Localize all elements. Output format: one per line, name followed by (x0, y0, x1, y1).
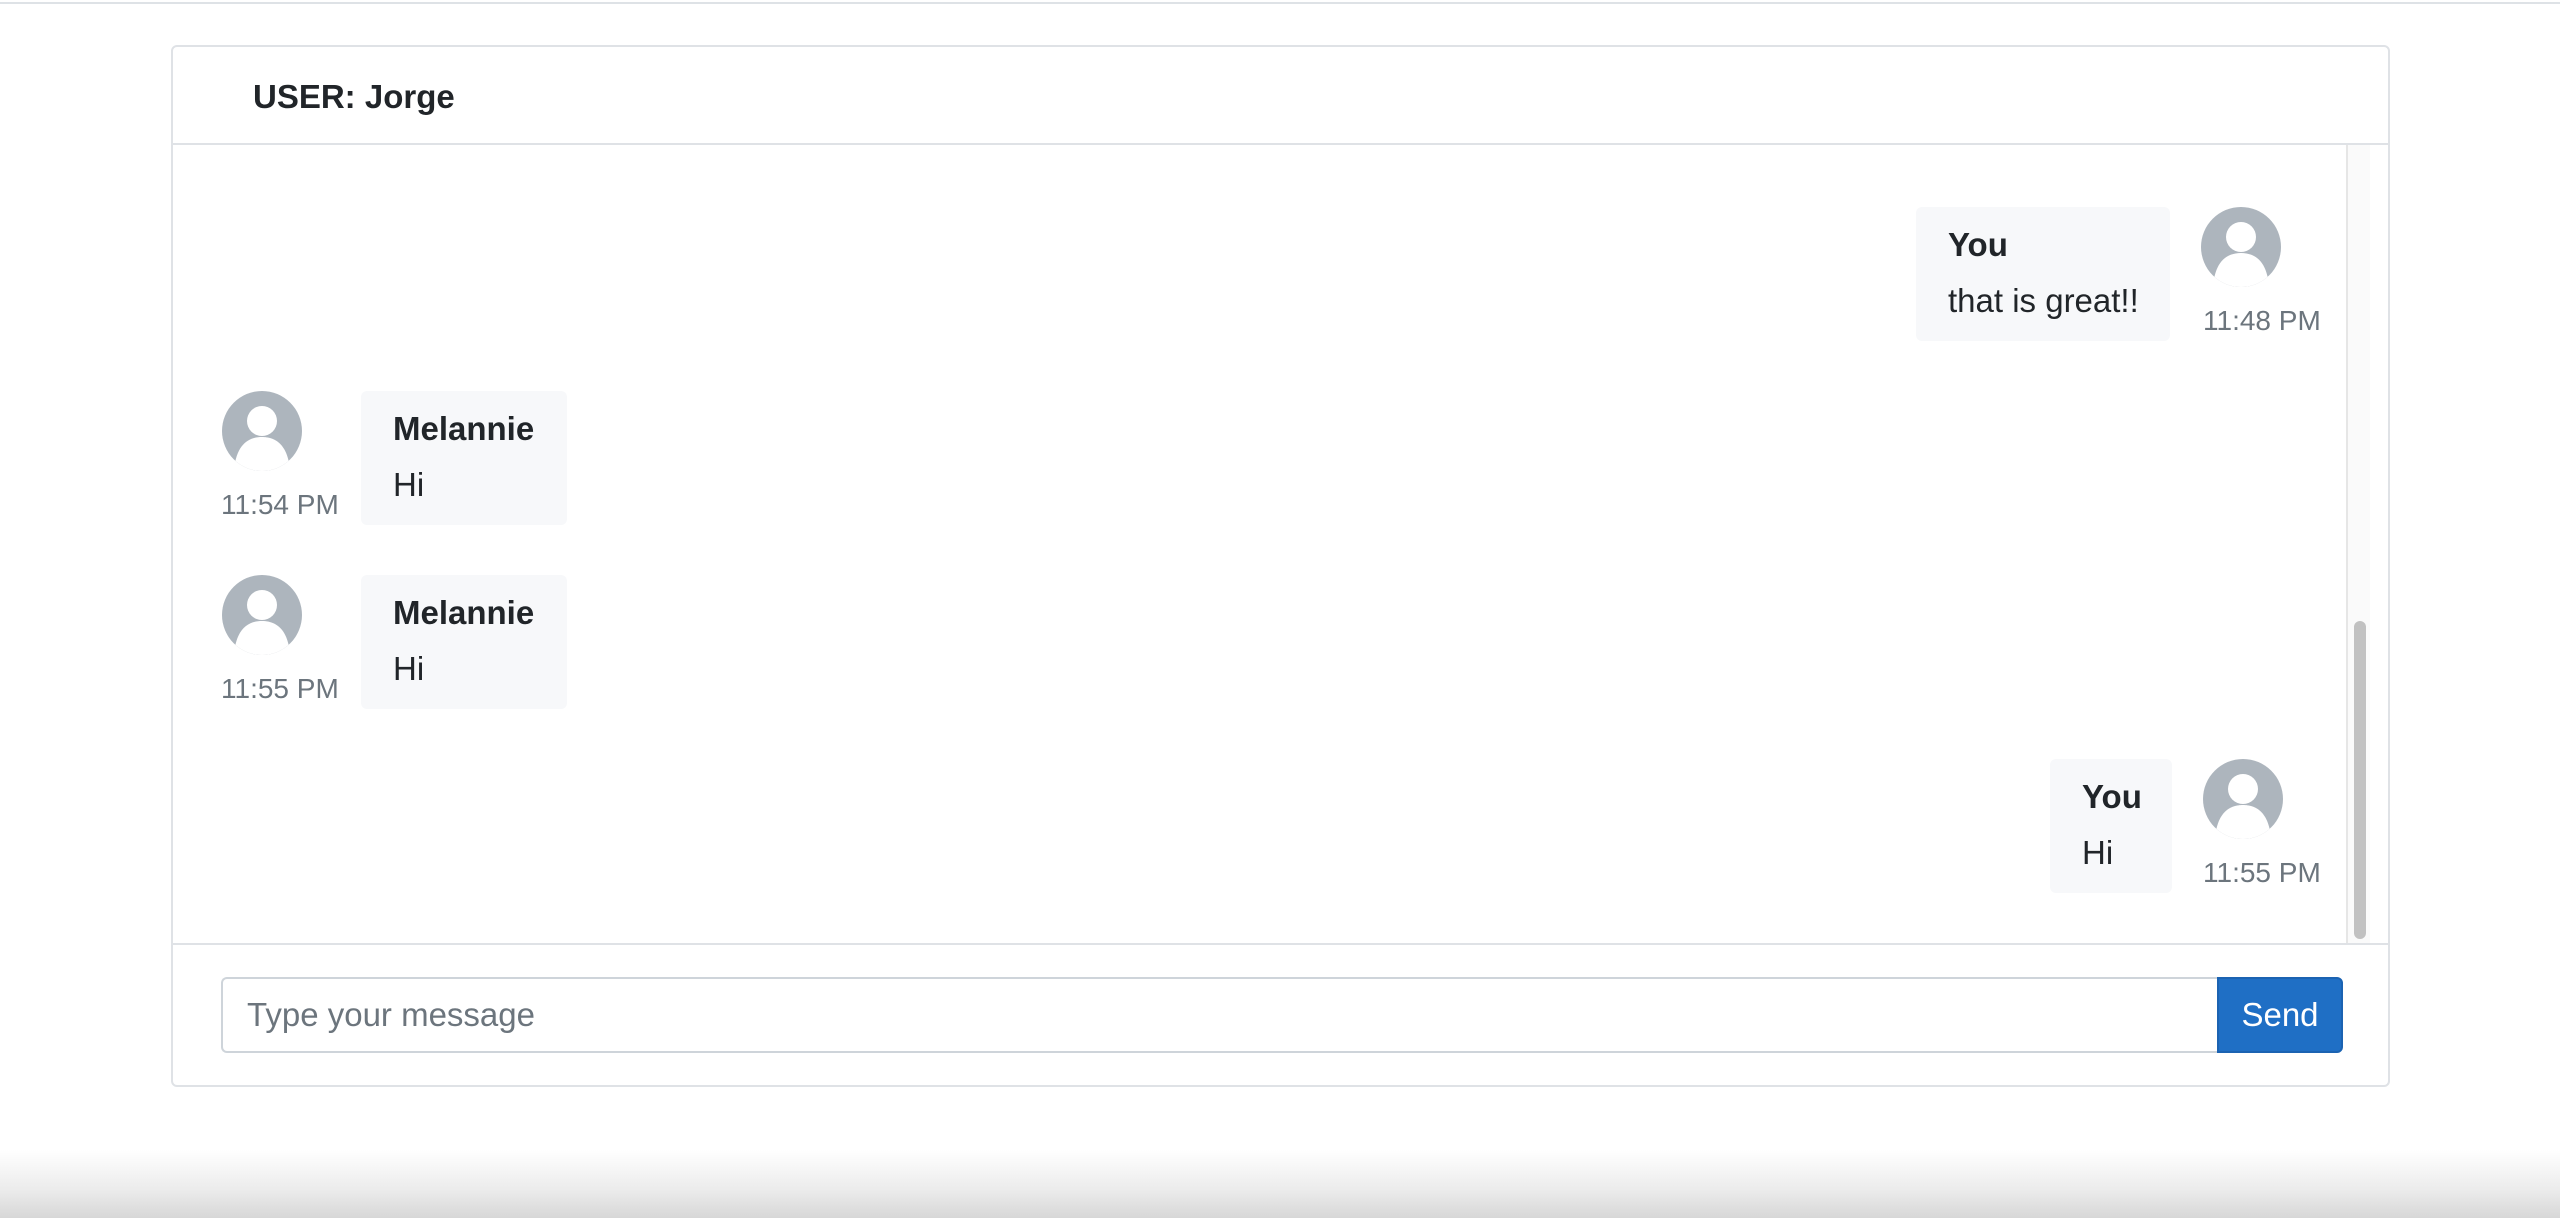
message-time: 11:55 PM (221, 673, 339, 704)
message-text: Hi (393, 650, 425, 687)
message-time: 11:54 PM (221, 489, 339, 520)
message-text: Hi (393, 466, 425, 503)
message-time: 11:55 PM (2203, 857, 2321, 888)
scrollbar-thumb[interactable] (2354, 621, 2366, 939)
message-time: 11:48 PM (2203, 305, 2321, 336)
message-scrollbar[interactable] (2346, 145, 2370, 945)
message-sender: You (2082, 778, 2142, 815)
user-avatar-icon (2201, 207, 2281, 287)
message-sender: You (1948, 226, 2008, 263)
user-avatar-icon (222, 575, 302, 655)
message-bubble: Melannie Hi (361, 391, 567, 525)
top-divider (0, 0, 2560, 4)
message-bubble: You that is great!! (1916, 207, 2170, 341)
message-bubble: You Hi (2050, 759, 2172, 893)
chat-card: USER: Jorge You that is great!! 11:48 PM… (171, 45, 2390, 1087)
message-input[interactable] (221, 977, 2217, 1053)
message-bubble: Melannie Hi (361, 575, 567, 709)
message-list[interactable]: You that is great!! 11:48 PM 11:54 PM Me… (173, 145, 2388, 945)
user-avatar-icon (222, 391, 302, 471)
window-shadow (0, 1150, 2560, 1218)
message-text: Hi (2082, 834, 2114, 871)
send-button[interactable]: Send (2217, 977, 2343, 1053)
user-avatar-icon (2203, 759, 2283, 839)
message-sender: Melannie (393, 594, 535, 631)
chat-header: USER: Jorge (173, 47, 2388, 145)
chat-title: USER: Jorge (253, 78, 455, 115)
message-text: that is great!! (1948, 282, 2139, 319)
message-composer: Send (173, 943, 2388, 1085)
message-sender: Melannie (393, 410, 535, 447)
